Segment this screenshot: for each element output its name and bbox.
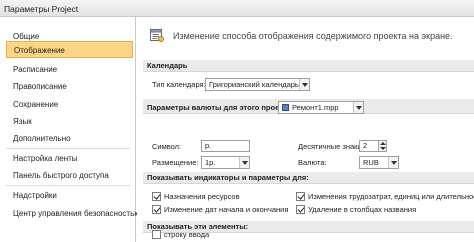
chevron-down-icon bbox=[239, 157, 249, 168]
currency-symbol-input[interactable]: р. bbox=[201, 140, 250, 152]
currency-project-dropdown[interactable]: Ремонт1.mpp bbox=[278, 101, 364, 114]
sidebar-item-trust-center[interactable]: Центр управления безопасностью bbox=[0, 205, 140, 222]
currency-code-value: RUB bbox=[363, 158, 379, 167]
currency-placement-value: 1р. bbox=[205, 158, 216, 167]
sidebar-item-schedule[interactable]: Расписание bbox=[0, 61, 133, 78]
sidebar-divider bbox=[6, 148, 130, 149]
project-file-icon bbox=[282, 104, 289, 111]
page-description: Изменение способа отображения содержимог… bbox=[173, 31, 453, 41]
sidebar-divider bbox=[6, 185, 130, 186]
entry-bar-label: строку ввода bbox=[164, 230, 210, 239]
currency-placement-label: Размещение: bbox=[152, 158, 199, 167]
window-title: Параметры Project bbox=[4, 4, 79, 14]
currency-placement-dropdown[interactable]: 1р. bbox=[201, 156, 250, 169]
calendar-type-label: Тип календаря: bbox=[152, 80, 206, 89]
options-content: Изменение способа отображения содержимог… bbox=[137, 17, 474, 242]
sidebar-item-proofing[interactable]: Правописание bbox=[0, 78, 133, 95]
sidebar-item-display[interactable]: Отображение bbox=[6, 41, 133, 58]
decimal-digits-label: Десятичные знаки: bbox=[298, 142, 364, 151]
display-settings-icon bbox=[150, 29, 164, 42]
section-indicators: Показывать индикаторы и параметры для: bbox=[143, 172, 474, 184]
title-bar: Параметры Project bbox=[0, 0, 474, 17]
resource-assignments-checkbox[interactable] bbox=[152, 192, 161, 201]
currency-project-value: Ремонт1.mpp bbox=[292, 103, 339, 112]
currency-section-title: Параметры валюты для этого проекта: bbox=[147, 103, 294, 112]
chevron-down-icon bbox=[299, 79, 309, 90]
currency-code-dropdown[interactable]: RUB bbox=[359, 156, 399, 169]
spin-up-icon bbox=[380, 142, 386, 145]
currency-symbol-label: Символ: bbox=[152, 142, 182, 151]
sidebar-item-save[interactable]: Сохранение bbox=[0, 96, 133, 113]
name-column-deletion-label: Удаление в столбцах названия bbox=[308, 205, 417, 214]
work-changes-label: Изменения трудозатрат, единиц или длител… bbox=[308, 192, 474, 201]
sidebar-item-add-ins[interactable]: Надстройки bbox=[0, 187, 133, 204]
calendar-type-dropdown[interactable]: Григорианский календарь bbox=[205, 78, 310, 91]
decimal-digits-spinner[interactable] bbox=[378, 140, 387, 152]
section-calendar: Календарь bbox=[143, 60, 474, 72]
date-changes-checkbox[interactable] bbox=[152, 205, 161, 214]
name-column-deletion-checkbox[interactable] bbox=[296, 205, 305, 214]
currency-code-label: Валюта: bbox=[298, 158, 327, 167]
sidebar-item-quick-access-toolbar[interactable]: Панель быстрого доступа bbox=[0, 167, 133, 184]
sidebar-item-advanced[interactable]: Дополнительно bbox=[0, 130, 133, 147]
chevron-down-icon bbox=[388, 157, 398, 168]
chevron-down-icon bbox=[353, 102, 363, 113]
sidebar-item-customize-ribbon[interactable]: Настройка ленты bbox=[0, 150, 133, 167]
resource-assignments-label: Назначения ресурсов bbox=[164, 192, 240, 201]
date-changes-label: Изменение дат начала и окончания bbox=[164, 205, 289, 214]
project-options-window: Параметры Project Общие Отображение Расп… bbox=[0, 0, 474, 242]
spin-down-icon bbox=[380, 147, 386, 150]
decimal-digits-input[interactable]: 2 bbox=[359, 140, 379, 152]
work-changes-checkbox[interactable] bbox=[296, 192, 305, 201]
entry-bar-checkbox[interactable] bbox=[152, 230, 161, 239]
options-sidebar: Общие Отображение Расписание Правописани… bbox=[0, 17, 140, 242]
calendar-type-value: Григорианский календарь bbox=[209, 80, 299, 89]
sidebar-item-language[interactable]: Язык bbox=[0, 113, 133, 130]
